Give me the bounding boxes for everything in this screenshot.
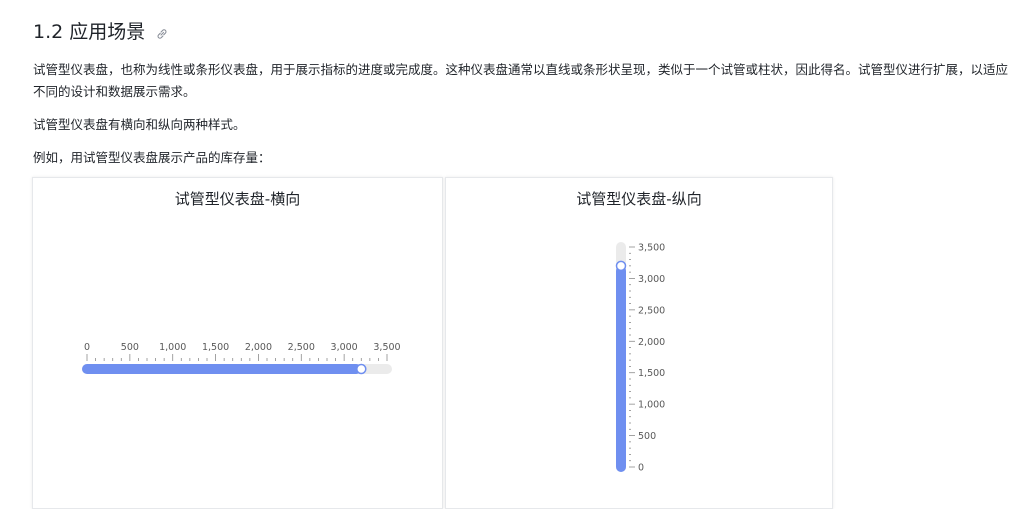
intro-paragraph: 试管型仪表盘，也称为线性或条形仪表盘，用于展示指标的进度或完成度。这种仪表盘通常…: [33, 62, 1009, 99]
section-title: 1.2 应用场景: [33, 21, 146, 43]
example-paragraph: 例如，用试管型仪表盘展示产品的库存量：: [33, 150, 271, 165]
gauge-fill: [82, 364, 362, 374]
tick-label: 2,000: [638, 337, 665, 348]
tick-label: 1,500: [638, 368, 665, 379]
styles-paragraph: 试管型仪表盘有横向和纵向两种样式。: [33, 117, 246, 132]
tick-label: 500: [638, 431, 656, 442]
gauge-indicator: [356, 363, 367, 375]
vertical-gauge-card: 试管型仪表盘-纵向 0 500 1,000 1,500 2,000 2,500 3,000 3…: [445, 177, 833, 509]
vertical-gauge-chart: 0 500 1,000 1,500 2,000 2,500 3,000 3,500: [615, 242, 665, 474]
tick-label: 1,000: [159, 342, 186, 353]
gauge-fill: [616, 265, 626, 472]
tick-label: 0: [638, 463, 644, 474]
section-heading: 1.2 应用场景: [33, 17, 169, 44]
tick-label: 1,500: [202, 342, 229, 353]
tick-label: 3,000: [638, 274, 665, 285]
tick-label: 3,500: [638, 243, 665, 254]
gauge-indicator: [615, 260, 627, 272]
tick-label: 500: [121, 342, 139, 353]
tick-label: 1,000: [638, 400, 665, 411]
tick-label: 2,500: [288, 342, 315, 353]
horizontal-gauge-card: 试管型仪表盘-横向 0 500 1,000 1,500 2,000 2,500 3,000 3…: [32, 177, 443, 509]
tick-label: 3,500: [373, 342, 400, 353]
tick-label: 2,000: [245, 342, 272, 353]
tick-label: 3,000: [331, 342, 358, 353]
tick-label: 0: [84, 342, 90, 353]
horizontal-gauge-chart: 0 500 1,000 1,500 2,000 2,500 3,000 3,500: [82, 342, 401, 375]
tick-label: 2,500: [638, 305, 665, 316]
link-icon[interactable]: [155, 24, 169, 39]
